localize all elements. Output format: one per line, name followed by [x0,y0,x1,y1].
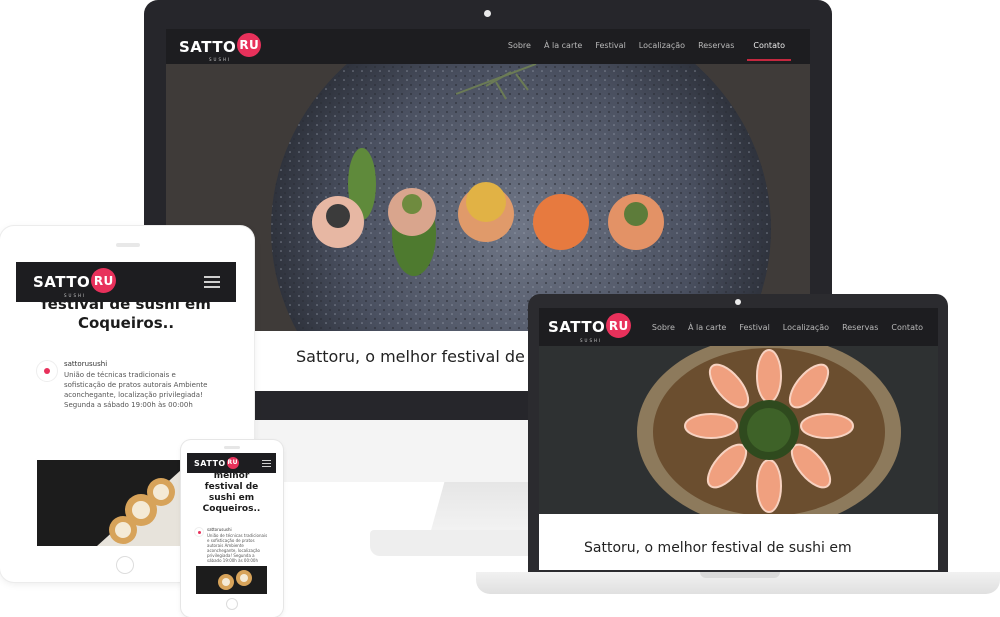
phone-logo[interactable]: SATTO RU [194,456,239,469]
logo-text: SATTO [179,37,237,56]
phone-home-button [226,598,238,610]
tablet-post-image [37,460,181,546]
phone-screen: SATTO RU Sattoru, o melhor festival de s… [187,453,276,594]
tablet-home-button [116,556,134,574]
logo-subtext: SUSHI [209,56,232,62]
hamburger-menu-icon[interactable] [204,275,220,289]
tablet-post: sattorusushi União de técnicas tradicion… [16,360,236,410]
laptop-logo[interactable]: SATTO RU SUSHI [548,313,632,343]
nav-item-reservas[interactable]: Reservas [842,323,878,332]
logo-badge: RU [237,32,262,57]
laptop-headline: Sattoru, o melhor festival de sushi em [539,530,938,570]
nav-item-localizacao[interactable]: Localização [639,32,685,61]
post-body: sattorusushi União de técnicas tradicion… [207,527,269,563]
tablet-site-nav: SATTO RU SUSHI [16,262,236,302]
avatar[interactable] [36,360,58,382]
laptop-camera-dot [735,299,741,305]
desktop-nav-links: Sobre À la carte Festival Localização Re… [495,32,791,61]
post-body: sattorusushi União de técnicas tradicion… [64,360,216,410]
phone-post-image [196,566,267,594]
sashimi-plate-illustration [539,346,938,514]
nav-item-localizacao[interactable]: Localização [783,323,829,332]
logo-text: SATTO [33,273,91,291]
nav-item-festival[interactable]: Festival [595,32,625,61]
nav-item-festival[interactable]: Festival [739,323,769,332]
tablet-logo[interactable]: SATTO RU SUSHI [33,268,117,298]
logo-subtext: SUSHI [64,293,87,298]
phone-site-nav: SATTO RU [187,453,276,473]
nav-item-sobre[interactable]: Sobre [508,32,531,61]
post-text: União de técnicas tradicionais e sofisti… [64,371,208,409]
hamburger-menu-icon[interactable] [262,459,271,467]
logo-badge: RU [606,313,632,338]
logo-badge: RU [226,456,239,469]
logo-text: SATTO [194,458,226,468]
phone-post: sattorusushi União de técnicas tradicion… [187,527,276,563]
desktop-logo[interactable]: SATTO RU SUSHI [179,32,262,62]
sushi-roll-photo [196,566,267,594]
nav-item-reservas[interactable]: Reservas [698,32,734,61]
logo-subtext: SUSHI [580,338,603,343]
nav-item-contato[interactable]: Contato [747,32,791,61]
nav-item-a-la-carte[interactable]: À la carte [688,323,726,332]
desktop-site-nav: SATTO RU SUSHI Sobre À la carte Festival… [166,29,810,64]
laptop-notch [700,572,780,578]
sushi-plate-illustration [166,64,810,331]
desktop-hero-image [166,64,810,331]
nav-item-sobre[interactable]: Sobre [652,323,675,332]
logo-badge: RU [91,268,117,293]
laptop-nav-links: Sobre À la carte Festival Localização Re… [639,323,923,332]
tablet-speaker [116,243,140,247]
monitor-camera-dot [484,10,491,17]
laptop-site-nav: SATTO RU SUSHI Sobre À la carte Festival… [539,308,938,346]
laptop-hero-image [539,346,938,514]
laptop-screen: SATTO RU SUSHI Sobre À la carte Festival… [539,308,938,570]
post-author[interactable]: sattorusushi [207,527,269,532]
sushi-roll-photo [37,460,181,546]
phone-speaker [224,446,240,449]
nav-item-contato[interactable]: Contato [891,323,923,332]
logo-text: SATTO [548,318,606,336]
post-author[interactable]: sattorusushi [64,360,216,368]
nav-item-a-la-carte[interactable]: À la carte [544,32,582,61]
avatar[interactable] [194,527,204,537]
post-text: União de técnicas tradicionais e sofisti… [207,533,268,563]
